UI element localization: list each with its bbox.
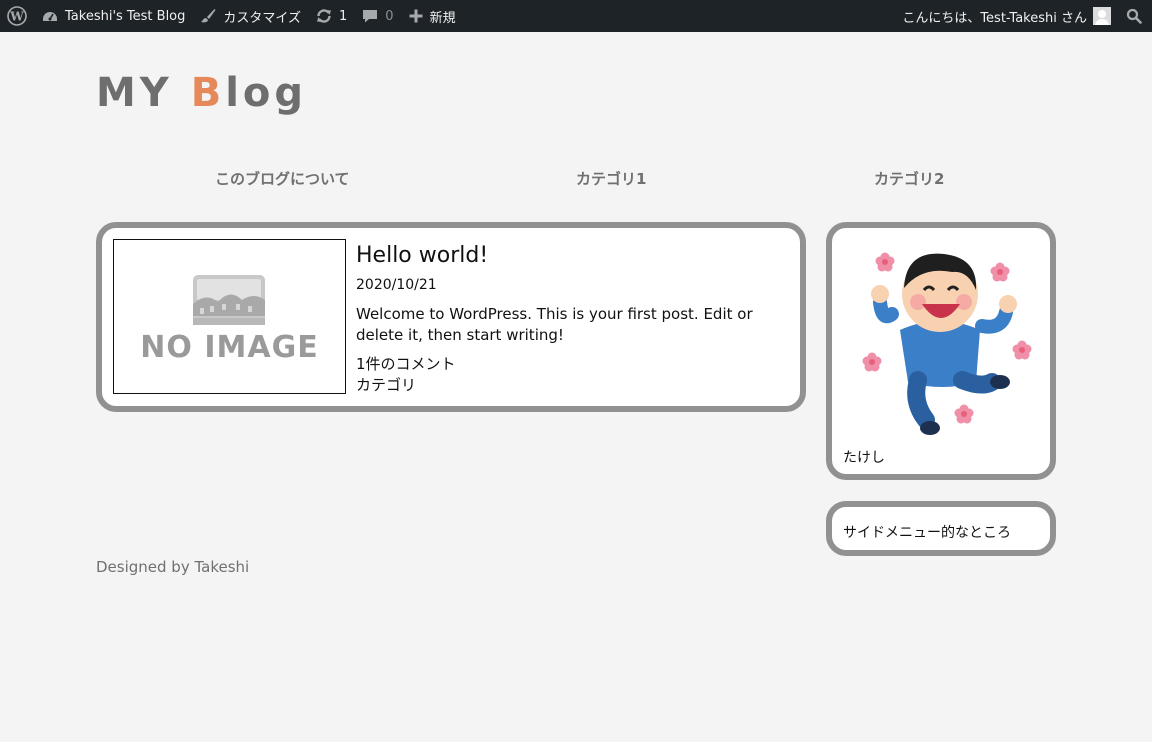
profile-illustration: [862, 252, 1032, 435]
updates-count: 1: [339, 8, 348, 24]
new-content-button[interactable]: 新規: [401, 0, 463, 32]
side-menu-card: サイドメニュー的なところ: [826, 501, 1056, 556]
plus-icon: [409, 9, 423, 23]
nav-item-about[interactable]: このブログについて: [215, 168, 350, 189]
post-date: 2020/10/21: [356, 277, 437, 293]
post-body: Hello world! 2020/10/21 Welcome to WordP…: [356, 242, 786, 396]
site-title-accent: B: [190, 70, 226, 116]
avatar: [1093, 7, 1111, 25]
site-name-label: Takeshi's Test Blog: [65, 8, 186, 24]
customize-label: カスタマイズ: [223, 10, 302, 26]
my-account-menu[interactable]: こんにちは、Test-Takeshi さん: [895, 0, 1118, 32]
post-thumbnail[interactable]: NO IMAGE: [113, 239, 346, 394]
footer-credit: Designed by Takeshi: [96, 558, 250, 576]
post-comments-link[interactable]: 1件のコメント: [356, 354, 786, 375]
admin-bar: W Takeshi's Test Blog カスタマイズ 1 0 新規 こんにち…: [0, 0, 1152, 32]
site-title[interactable]: MY Blog: [96, 70, 307, 116]
admin-bar-right: こんにちは、Test-Takeshi さん: [895, 0, 1152, 32]
post-excerpt: Welcome to WordPress. This is your first…: [356, 305, 753, 344]
main-navigation: このブログについて カテゴリ1 カテゴリ2: [0, 168, 1152, 190]
post-card: NO IMAGE Hello world! 2020/10/21 Welcome…: [96, 222, 806, 412]
customize-button[interactable]: カスタマイズ: [192, 0, 308, 32]
greeting-label: こんにちは、Test-Takeshi さん: [902, 10, 1087, 26]
comments-button[interactable]: 0: [354, 0, 400, 32]
svg-text:W: W: [9, 10, 24, 24]
updates-button[interactable]: 1: [308, 0, 354, 32]
new-content-label: 新規: [429, 10, 456, 26]
profile-name: たけし: [843, 450, 885, 466]
nav-item-category2[interactable]: カテゴリ2: [874, 168, 944, 189]
wordpress-logo-button[interactable]: W: [0, 0, 34, 32]
post-title[interactable]: Hello world!: [356, 242, 786, 270]
comment-icon: [363, 10, 378, 23]
no-image-text: NO IMAGE: [140, 330, 319, 365]
site-title-part2: log: [225, 70, 308, 116]
profile-card: たけし: [826, 222, 1056, 480]
site-name-menu[interactable]: Takeshi's Test Blog: [34, 0, 192, 32]
search-button[interactable]: [1118, 0, 1152, 32]
wordpress-icon: W: [7, 6, 27, 26]
paintbrush-icon: [201, 9, 216, 23]
nav-item-category1[interactable]: カテゴリ1: [576, 168, 646, 189]
search-icon: [1126, 8, 1142, 24]
comments-count: 0: [385, 8, 394, 24]
admin-bar-left: W Takeshi's Test Blog カスタマイズ 1 0 新規: [0, 0, 463, 32]
site-title-part1: MY: [96, 70, 191, 116]
image-placeholder-icon: [193, 275, 265, 325]
post-category-link[interactable]: カテゴリ: [356, 375, 786, 396]
side-menu-text: サイドメニュー的なところ: [843, 525, 1011, 541]
updates-icon: [317, 9, 332, 23]
dashboard-icon: [43, 12, 57, 21]
